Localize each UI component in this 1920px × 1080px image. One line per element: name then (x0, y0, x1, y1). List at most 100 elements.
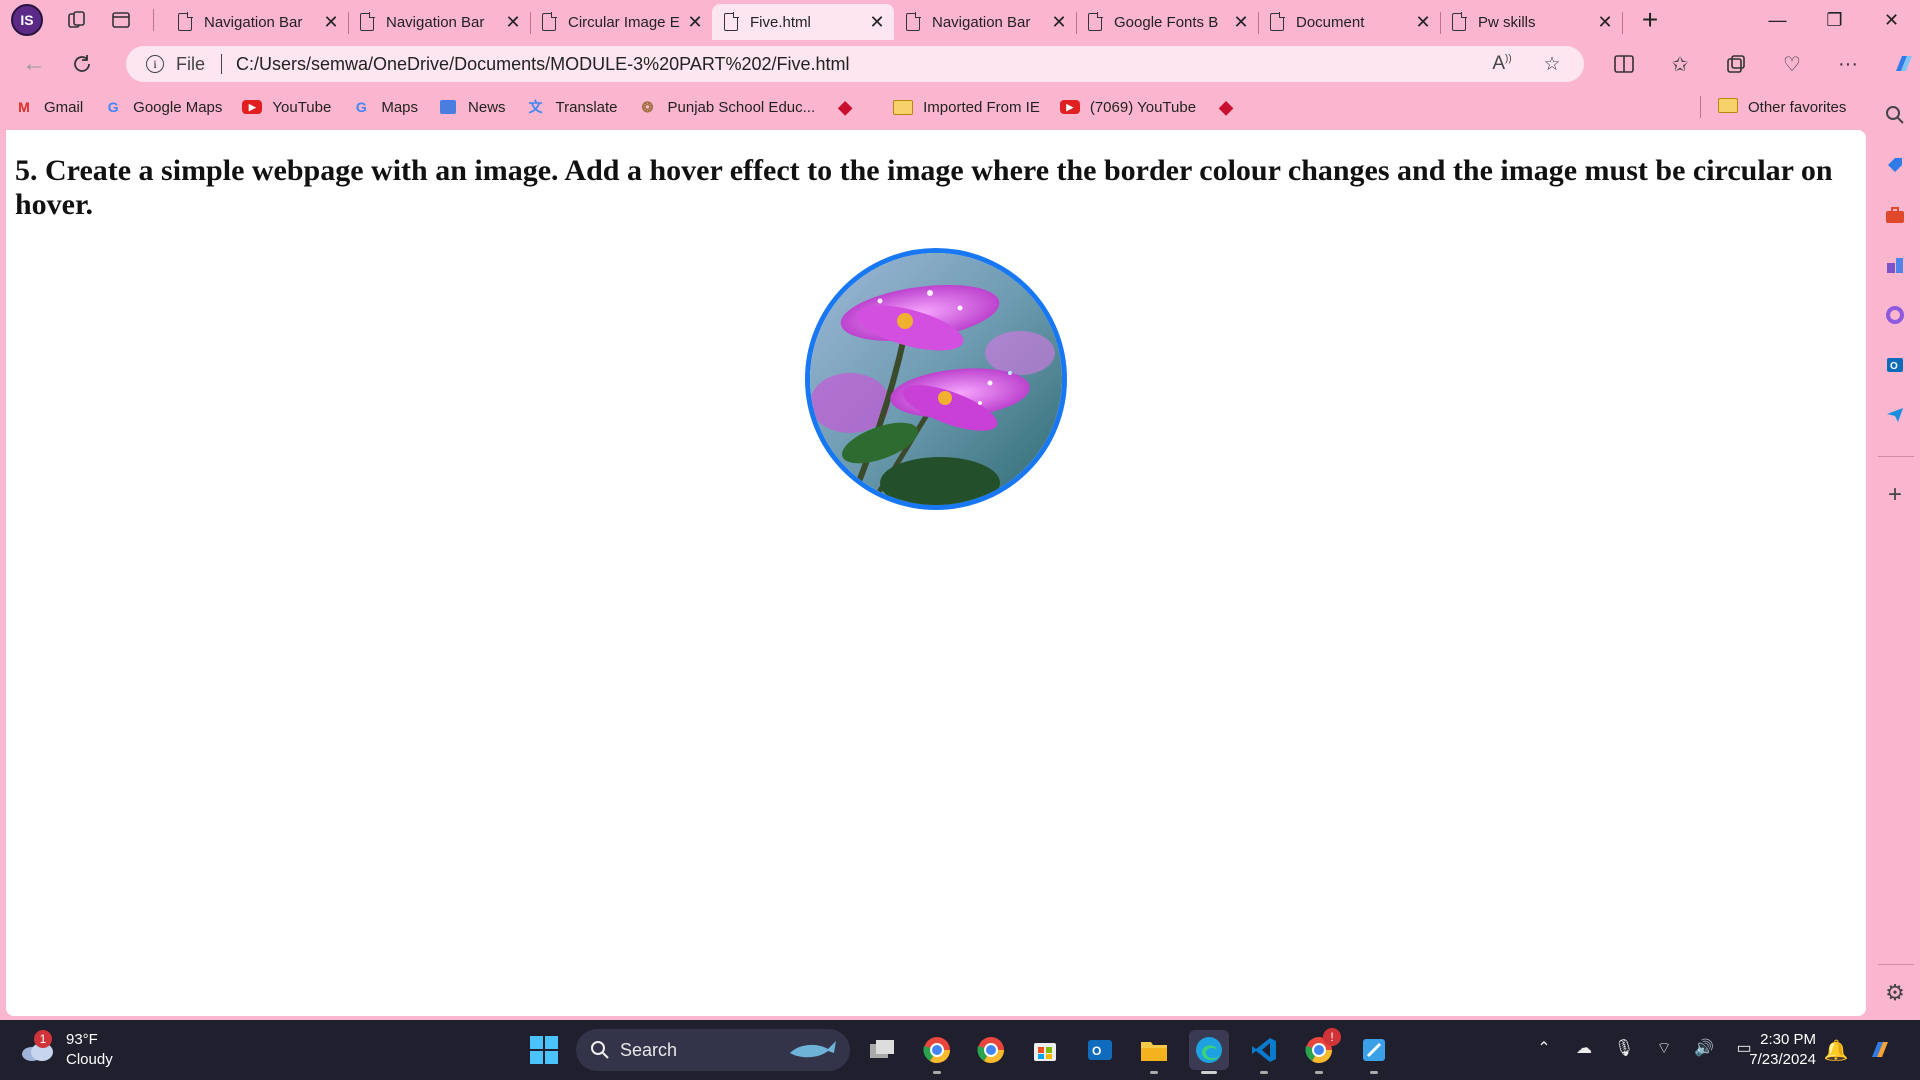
favorite-news[interactable]: News (438, 97, 506, 117)
favorite-label: Punjab School Educ... (667, 98, 816, 116)
folder-icon (1718, 97, 1738, 117)
microsoft-store-icon[interactable] (1025, 1030, 1065, 1070)
close-icon[interactable]: ✕ (1414, 12, 1432, 33)
favorite-imported-from-ie[interactable]: Imported From IE (893, 97, 1040, 117)
add-icon[interactable]: + (1882, 481, 1908, 508)
favorite-maps[interactable]: G Maps (351, 97, 418, 117)
vscode-icon[interactable] (1244, 1030, 1284, 1074)
tab-google-fonts[interactable]: Google Fonts B ✕ (1076, 4, 1259, 40)
clock[interactable]: 2:30 PM 7/23/2024 (1742, 1030, 1816, 1070)
browser-essentials-icon[interactable]: ♡ (1764, 52, 1820, 77)
page-icon (1088, 12, 1103, 31)
close-icon[interactable]: ✕ (686, 12, 704, 33)
emblem-icon: ❂ (641, 98, 654, 115)
outlook-icon[interactable]: O (1882, 352, 1908, 378)
collections-icon[interactable] (1708, 53, 1764, 75)
close-icon[interactable]: ✕ (1050, 12, 1068, 33)
tab-navigation-bar-1[interactable]: Navigation Bar ✕ (166, 4, 349, 40)
tab-circular-image[interactable]: Circular Image E ✕ (530, 4, 712, 40)
copilot-icon[interactable] (1876, 51, 1920, 77)
tab-actions-icon[interactable] (101, 4, 141, 36)
favorite-star-icon[interactable]: ☆ (1534, 53, 1570, 76)
new-tab-button[interactable]: + (1632, 4, 1668, 36)
youtube-icon: ▶ (1059, 97, 1080, 117)
divider (1878, 456, 1914, 457)
wifi-icon[interactable]: ⌔ (1644, 1038, 1684, 1058)
date: 7/23/2024 (1749, 1051, 1816, 1068)
split-screen-icon[interactable] (1596, 54, 1652, 74)
back-button[interactable]: ← (14, 46, 54, 82)
scheme-label: File (176, 53, 206, 74)
tab-list: Navigation Bar ✕ Navigation Bar ✕ Circul… (166, 0, 1623, 40)
tab-five-html[interactable]: Five.html ✕ (712, 4, 894, 40)
microphone-icon[interactable]: 🎙 (1604, 1038, 1644, 1058)
tab-navigation-bar-3[interactable]: Navigation Bar ✕ (894, 4, 1077, 40)
file-explorer-icon[interactable] (1134, 1030, 1174, 1074)
close-icon[interactable]: ✕ (868, 12, 886, 33)
tab-navigation-bar-2[interactable]: Navigation Bar ✕ (348, 4, 531, 40)
page-icon (178, 12, 193, 31)
favorite-diamond-2[interactable]: ◆ (1216, 97, 1246, 117)
onedrive-icon[interactable]: ☁ (1564, 1038, 1604, 1058)
page-icon (360, 12, 375, 31)
notification-badge: ! (1323, 1028, 1341, 1046)
chevron-up-icon[interactable]: ⌃ (1524, 1038, 1564, 1058)
microsoft-365-icon[interactable] (1882, 302, 1908, 328)
favorite-google-maps[interactable]: G Google Maps (103, 97, 223, 117)
favorite-label: Imported From IE (923, 98, 1040, 116)
flower-image[interactable] (805, 248, 1067, 510)
favorite-youtube[interactable]: ▶ YouTube (242, 97, 331, 117)
minimize-button[interactable]: — (1749, 0, 1806, 40)
favorite-translate[interactable]: 文 Translate (526, 97, 618, 117)
chrome-icon[interactable] (971, 1030, 1011, 1070)
close-icon[interactable]: ✕ (504, 12, 522, 33)
favorite-youtube-7069[interactable]: ▶ (7069) YouTube (1059, 97, 1196, 117)
outlook-new-icon[interactable]: O (1080, 1030, 1120, 1070)
favorites-icon[interactable]: ✩ (1652, 52, 1708, 77)
weather-widget[interactable]: 1 93°F Cloudy (20, 1030, 113, 1070)
profile-avatar[interactable]: IS (11, 4, 43, 36)
chrome-profile-icon[interactable] (917, 1030, 957, 1074)
volume-icon[interactable]: 🔊 (1684, 1038, 1724, 1058)
close-icon[interactable]: ✕ (1232, 12, 1250, 33)
search-icon[interactable] (1882, 102, 1908, 128)
close-icon[interactable]: ✕ (322, 12, 340, 33)
start-button[interactable] (524, 1030, 564, 1070)
address-bar[interactable]: i File C:/Users/semwa/OneDrive/Documents… (126, 46, 1584, 82)
more-options-icon[interactable]: ··· (1820, 53, 1876, 76)
read-aloud-icon[interactable]: A)) (1484, 53, 1520, 75)
favorite-diamond-1[interactable]: ◆ (835, 97, 865, 117)
time: 2:30 PM (1760, 1031, 1816, 1048)
tools-briefcase-icon[interactable] (1882, 202, 1908, 228)
task-view-icon[interactable] (862, 1030, 902, 1070)
refresh-button[interactable] (62, 46, 102, 82)
settings-gear-icon[interactable]: ⚙ (1882, 980, 1908, 1006)
paint-icon[interactable] (1354, 1030, 1394, 1074)
search-label: Search (620, 1039, 678, 1060)
notifications-bell-icon[interactable]: 🔔 (1816, 1030, 1856, 1070)
chrome-icon[interactable]: ! (1299, 1028, 1341, 1074)
favorite-gmail[interactable]: M Gmail (14, 97, 83, 117)
other-favorites[interactable]: Other favorites (1718, 92, 1846, 122)
info-icon[interactable]: i (146, 55, 164, 73)
tab-pw-skills[interactable]: Pw skills ✕ (1440, 4, 1623, 40)
close-window-button[interactable]: ✕ (1863, 0, 1920, 40)
svg-text:O: O (1092, 1044, 1101, 1058)
edge-icon[interactable] (1189, 1030, 1229, 1074)
workspaces-icon[interactable] (57, 4, 97, 36)
send-icon[interactable] (1882, 402, 1908, 428)
restore-button[interactable]: ❐ (1806, 0, 1863, 40)
divider (221, 54, 223, 74)
url-text[interactable]: C:/Users/semwa/OneDrive/Documents/MODULE… (236, 54, 1484, 75)
folder-icon (893, 97, 914, 117)
games-icon[interactable] (1882, 252, 1908, 278)
whale-icon (790, 1041, 836, 1058)
favorite-label: Translate (555, 98, 618, 116)
shopping-tag-icon[interactable] (1882, 152, 1908, 178)
favorite-punjab-school[interactable]: ❂ Punjab School Educ... (638, 97, 816, 117)
close-icon[interactable]: ✕ (1596, 12, 1614, 33)
tab-document[interactable]: Document ✕ (1258, 4, 1441, 40)
copilot-icon[interactable] (1860, 1030, 1900, 1070)
page-icon (906, 12, 921, 31)
taskbar-search[interactable]: Search (576, 1029, 850, 1071)
